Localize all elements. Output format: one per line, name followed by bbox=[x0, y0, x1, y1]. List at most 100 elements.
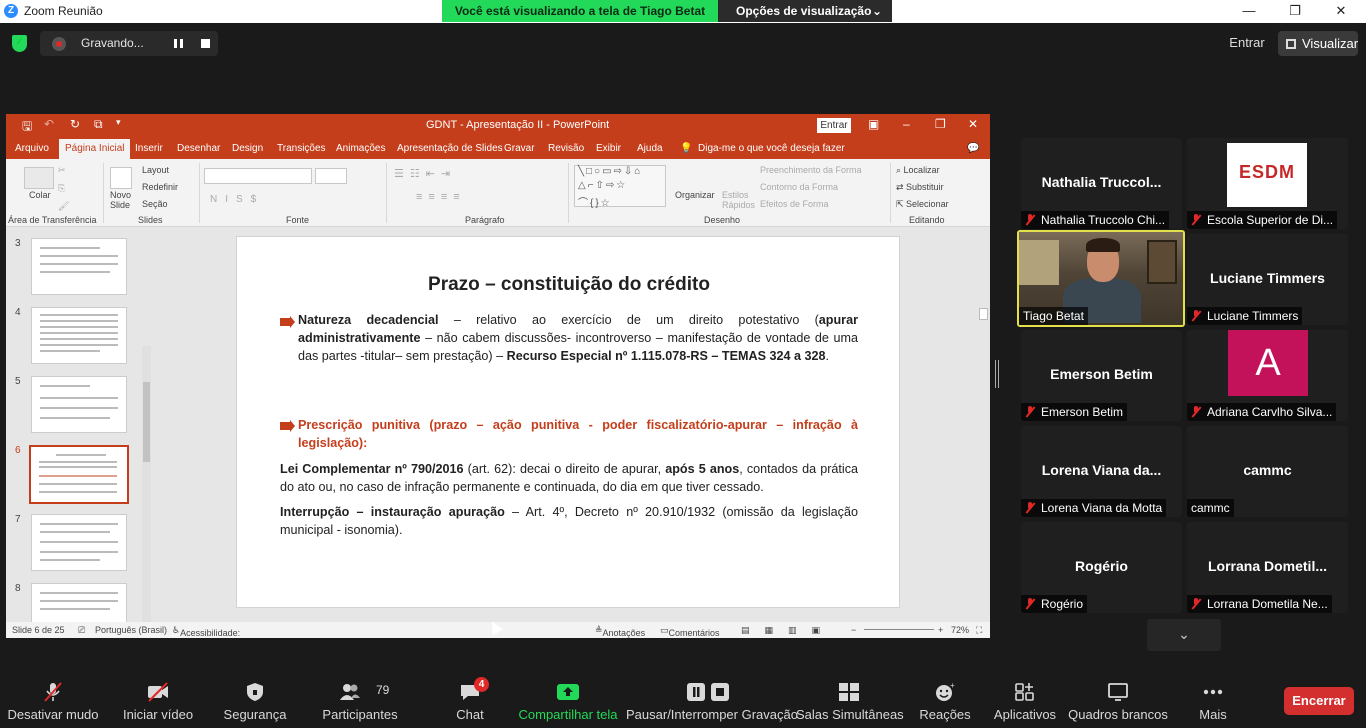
participant-tile[interactable]: ESDM Escola Superior de Di... bbox=[1187, 138, 1348, 229]
section-button[interactable]: Seção bbox=[142, 199, 168, 209]
notes-button[interactable]: ≜ Anotações bbox=[595, 625, 645, 638]
view-options-dropdown[interactable]: Opções de visualização ⌄ bbox=[718, 0, 892, 22]
participants-button[interactable]: 79 Participantes bbox=[320, 673, 400, 728]
participant-tile[interactable]: Emerson Betim Emerson Betim bbox=[1021, 330, 1182, 421]
accessibility-status[interactable]: ♿ Acessibilidade: investigar bbox=[172, 625, 240, 638]
reset-button[interactable]: Redefinir bbox=[142, 182, 178, 192]
tab-revisao[interactable]: Revisão bbox=[548, 143, 584, 154]
share-screen-button[interactable]: Compartilhar tela bbox=[518, 673, 618, 728]
font-format-icons[interactable]: NIS$ bbox=[210, 194, 264, 205]
format-painter-icon[interactable]: 🖌 bbox=[58, 201, 69, 212]
font-size-select[interactable] bbox=[315, 168, 347, 184]
language-label[interactable]: Português (Brasil) bbox=[95, 625, 167, 635]
layout-button[interactable]: Layout bbox=[142, 165, 169, 175]
tab-ajuda[interactable]: Ajuda bbox=[637, 143, 663, 154]
list-icons[interactable]: ☰☷⇤⇥ bbox=[394, 167, 456, 180]
zoom-in-icon[interactable]: + bbox=[938, 625, 943, 635]
ribbon-display-icon[interactable]: ▣ bbox=[868, 117, 879, 131]
shape-effects-button[interactable]: Efeitos de Forma bbox=[760, 199, 829, 209]
close-icon[interactable]: ✕ bbox=[1318, 0, 1364, 23]
view-button[interactable]: Visualizar bbox=[1278, 31, 1358, 56]
participant-tile[interactable]: cammc cammc bbox=[1187, 426, 1348, 517]
tab-pagina-inicial[interactable]: Página Inicial bbox=[59, 139, 131, 159]
participant-tile[interactable]: Luciane Timmers Luciane Timmers bbox=[1187, 234, 1348, 325]
comments-button[interactable]: ▭ Comentários bbox=[660, 625, 720, 638]
participant-tile[interactable]: Lorena Viana da... Lorena Viana da Motta bbox=[1021, 426, 1182, 517]
minimize-icon[interactable]: — bbox=[1226, 0, 1272, 23]
font-name-select[interactable] bbox=[204, 168, 312, 184]
slide-thumbnail[interactable] bbox=[31, 376, 127, 433]
participant-tile[interactable]: Lorrana Dometil... Lorrana Dometila Ne..… bbox=[1187, 522, 1348, 613]
save-icon[interactable]: 🖫 bbox=[22, 117, 32, 138]
zoom-out-icon[interactable]: − bbox=[851, 625, 856, 635]
replace-button[interactable]: ⇄ Substituir bbox=[896, 182, 944, 193]
find-button[interactable]: ⌕ Localizar bbox=[896, 165, 940, 176]
participant-tile[interactable]: Nathalia Truccol... Nathalia Truccolo Ch… bbox=[1021, 138, 1182, 229]
shape-outline-button[interactable]: Contorno da Forma bbox=[760, 182, 838, 192]
new-slide-label[interactable]: Novo Slide bbox=[110, 190, 140, 210]
shapes-icons-row2[interactable]: △⌐⇧⇨☆ bbox=[578, 180, 627, 191]
reactions-button[interactable]: + Reações bbox=[914, 673, 976, 728]
chat-button[interactable]: 4 Chat bbox=[446, 673, 494, 728]
more-button[interactable]: Mais bbox=[1188, 673, 1238, 728]
tab-design[interactable]: Design bbox=[232, 143, 263, 154]
view-mode-icons[interactable]: ▤▦▥▣ bbox=[741, 625, 835, 636]
tab-exibir[interactable]: Exibir bbox=[596, 143, 621, 154]
tell-me-search[interactable]: Diga-me o que você deseja fazer bbox=[698, 143, 845, 154]
participant-tile[interactable]: Rogério Rogério bbox=[1021, 522, 1182, 613]
slide-thumbnail-selected[interactable] bbox=[29, 445, 129, 504]
copy-icon[interactable]: ⎘ bbox=[58, 183, 65, 194]
start-video-button[interactable]: Iniciar vídeo bbox=[118, 673, 198, 728]
select-button[interactable]: ⇱ Selecionar bbox=[896, 199, 949, 210]
zoom-slider[interactable] bbox=[864, 629, 934, 630]
align-icons[interactable]: ≡≡≡≡ bbox=[416, 191, 466, 203]
shapes-icons[interactable]: ╲□○▭⇨⇩⌂ bbox=[578, 166, 642, 177]
paste-icon[interactable] bbox=[24, 167, 54, 189]
slide-scrollbar[interactable] bbox=[978, 228, 990, 608]
tab-animacoes[interactable]: Animações bbox=[336, 143, 385, 154]
quick-styles-button[interactable]: Estilos Rápidos bbox=[722, 190, 755, 210]
present-icon[interactable]: ⧉ bbox=[94, 117, 103, 132]
end-meeting-button[interactable]: Encerrar bbox=[1284, 687, 1354, 715]
tab-apresentacao[interactable]: Apresentação de Slides bbox=[397, 143, 503, 154]
ppt-signin-button[interactable]: Entrar bbox=[817, 118, 851, 133]
security-button[interactable]: Segurança bbox=[220, 673, 290, 728]
tab-gravar[interactable]: Gravar bbox=[504, 143, 535, 154]
shapes-icons-row3[interactable]: ⌒{}☆ bbox=[578, 194, 612, 209]
pause-recording-toolbar-button[interactable]: Pausar/Interromper Gravação bbox=[626, 673, 798, 728]
tab-arquivo[interactable]: Arquivo bbox=[15, 143, 49, 154]
tab-inserir[interactable]: Inserir bbox=[135, 143, 163, 154]
shape-fill-button[interactable]: Preenchimento da Forma bbox=[760, 165, 862, 175]
tab-transicoes[interactable]: Transições bbox=[277, 143, 326, 154]
unmute-button[interactable]: Desativar mudo bbox=[6, 673, 100, 728]
ppt-restore-icon[interactable]: ❐ bbox=[935, 117, 946, 131]
maximize-icon[interactable]: ❐ bbox=[1272, 0, 1318, 23]
undo-icon[interactable]: ↶ bbox=[44, 117, 54, 131]
breakout-rooms-button[interactable]: Salas Simultâneas bbox=[796, 673, 904, 728]
slide-thumbnail[interactable] bbox=[31, 583, 127, 623]
thumbnails-scrollbar[interactable] bbox=[142, 346, 151, 638]
ppt-minimize-icon[interactable]: – bbox=[903, 117, 910, 131]
spellcheck-icon[interactable]: ⎚ bbox=[78, 625, 85, 636]
redo-icon[interactable]: ↻ bbox=[70, 117, 80, 131]
zoom-level[interactable]: 72% bbox=[951, 625, 969, 635]
pause-recording-button[interactable] bbox=[174, 39, 183, 48]
panel-resize-handle[interactable] bbox=[995, 360, 999, 388]
security-shield-icon[interactable]: ✓ bbox=[12, 35, 27, 52]
apps-button[interactable]: Aplicativos bbox=[990, 673, 1060, 728]
participant-tile-active-speaker[interactable]: Tiago Betat bbox=[1017, 230, 1185, 327]
stop-recording-button[interactable] bbox=[201, 39, 210, 48]
slide-thumbnail[interactable] bbox=[31, 307, 127, 364]
slide-thumbnail[interactable] bbox=[31, 514, 127, 571]
new-slide-icon[interactable] bbox=[110, 167, 132, 189]
participant-tile[interactable]: A Adriana Carvlho Silva... bbox=[1187, 330, 1348, 421]
ppt-close-icon[interactable]: ✕ bbox=[968, 117, 978, 131]
fit-slide-icon[interactable]: ⛶ bbox=[976, 625, 982, 636]
slide-thumbnail[interactable] bbox=[31, 238, 127, 295]
paste-label[interactable]: Colar bbox=[29, 190, 51, 200]
whiteboards-button[interactable]: Quadros brancos bbox=[1066, 673, 1170, 728]
slide-canvas[interactable]: Prazo – constituição do crédito Natureza… bbox=[236, 236, 900, 608]
cut-icon[interactable]: ✂ bbox=[58, 165, 66, 176]
customize-qat-icon[interactable]: ▾ bbox=[116, 117, 121, 128]
gallery-next-page-button[interactable]: ⌄ bbox=[1147, 619, 1221, 651]
